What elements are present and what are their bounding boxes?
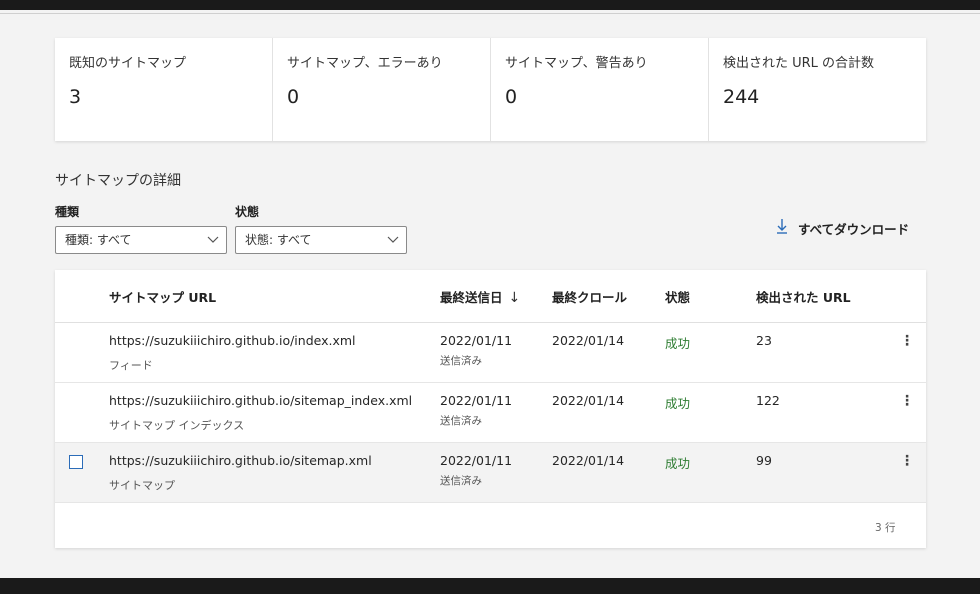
- arrow-down-icon: ↓: [508, 290, 521, 306]
- crawled-date: 2022/01/14: [552, 393, 625, 408]
- top-divider: [0, 13, 980, 14]
- status-badge: 成功: [665, 456, 691, 471]
- table-row[interactable]: https://suzukiiichiro.github.io/sitemap_…: [55, 383, 926, 443]
- discovered-urls: 122: [756, 393, 780, 408]
- status-filter-value: 状態: すべて: [245, 233, 312, 247]
- submitted-note: 送信済み: [440, 355, 482, 367]
- column-header-submitted[interactable]: 最終送信日 ↓: [440, 287, 520, 306]
- download-icon: [776, 218, 788, 238]
- submitted-note: 送信済み: [440, 415, 482, 427]
- status-badge: 成功: [665, 336, 691, 351]
- status-badge: 成功: [665, 396, 691, 411]
- top-bar: [0, 0, 980, 10]
- sitemaps-table: サイトマップ URL 最終送信日 ↓ 最終クロール 状態 検出された URL ht…: [55, 270, 926, 548]
- summary-label: 既知のサイトマップ: [69, 56, 187, 71]
- sitemap-type: サイトマップ インデックス: [109, 419, 245, 432]
- column-header-url[interactable]: サイトマップ URL: [109, 287, 216, 306]
- chevron-down-icon: [387, 227, 399, 263]
- chevron-down-icon: [207, 227, 219, 263]
- more-vertical-icon[interactable]: ⋮: [900, 393, 914, 409]
- type-filter-select[interactable]: 種類: すべて: [55, 226, 227, 254]
- type-filter-value: 種類: すべて: [65, 233, 132, 247]
- more-vertical-icon[interactable]: ⋮: [900, 333, 914, 349]
- sitemap-type: フィード: [109, 359, 153, 372]
- sitemap-url[interactable]: https://suzukiiichiro.github.io/index.xm…: [109, 333, 356, 348]
- summary-sitemaps-with-errors: サイトマップ、エラーあり 0: [273, 38, 491, 141]
- submitted-date: 2022/01/11: [440, 453, 513, 468]
- more-vertical-icon[interactable]: ⋮: [900, 453, 914, 469]
- table-row[interactable]: https://suzukiiichiro.github.io/sitemap.…: [55, 443, 926, 503]
- summary-value: 244: [723, 86, 760, 108]
- row-count: 3 行: [875, 522, 896, 534]
- summary-sitemaps-with-warnings: サイトマップ、警告あり 0: [491, 38, 709, 141]
- type-filter-label: 種類: [55, 205, 80, 219]
- table-header: サイトマップ URL 最終送信日 ↓ 最終クロール 状態 検出された URL: [55, 270, 926, 323]
- section-title: サイトマップの詳細: [55, 173, 181, 189]
- column-header-status[interactable]: 状態: [665, 287, 690, 306]
- submitted-note: 送信済み: [440, 475, 482, 487]
- summary-label: サイトマップ、警告あり: [505, 56, 648, 71]
- sitemap-url[interactable]: https://suzukiiichiro.github.io/sitemap_…: [109, 393, 412, 408]
- crawled-date: 2022/01/14: [552, 333, 625, 348]
- summary-known-sitemaps: 既知のサイトマップ 3: [55, 38, 273, 141]
- column-header-urls[interactable]: 検出された URL: [756, 287, 851, 306]
- summary-value: 3: [69, 86, 82, 108]
- sitemap-url[interactable]: https://suzukiiichiro.github.io/sitemap.…: [109, 453, 372, 468]
- summary-value: 0: [505, 86, 518, 108]
- summary-panel: 既知のサイトマップ 3 サイトマップ、エラーあり 0 サイトマップ、警告あり 0…: [55, 38, 926, 141]
- crawled-date: 2022/01/14: [552, 453, 625, 468]
- bottom-bar: [0, 578, 980, 594]
- table-row[interactable]: https://suzukiiichiro.github.io/index.xm…: [55, 323, 926, 383]
- status-filter-label: 状態: [235, 205, 260, 219]
- status-filter-select[interactable]: 状態: すべて: [235, 226, 407, 254]
- download-all-label: すべてダウンロード: [798, 221, 910, 237]
- discovered-urls: 23: [756, 333, 772, 348]
- summary-value: 0: [287, 86, 300, 108]
- column-header-submitted-label: 最終送信日: [440, 290, 503, 305]
- summary-label: 検出された URL の合計数: [723, 56, 875, 71]
- column-header-crawled[interactable]: 最終クロール: [552, 287, 627, 306]
- discovered-urls: 99: [756, 453, 772, 468]
- row-checkbox[interactable]: [69, 455, 83, 469]
- download-all-button[interactable]: すべてダウンロード: [776, 218, 909, 238]
- summary-label: サイトマップ、エラーあり: [287, 56, 443, 71]
- summary-total-urls: 検出された URL の合計数 244: [709, 38, 926, 141]
- sitemap-type: サイトマップ: [109, 479, 175, 492]
- submitted-date: 2022/01/11: [440, 333, 513, 348]
- submitted-date: 2022/01/11: [440, 393, 513, 408]
